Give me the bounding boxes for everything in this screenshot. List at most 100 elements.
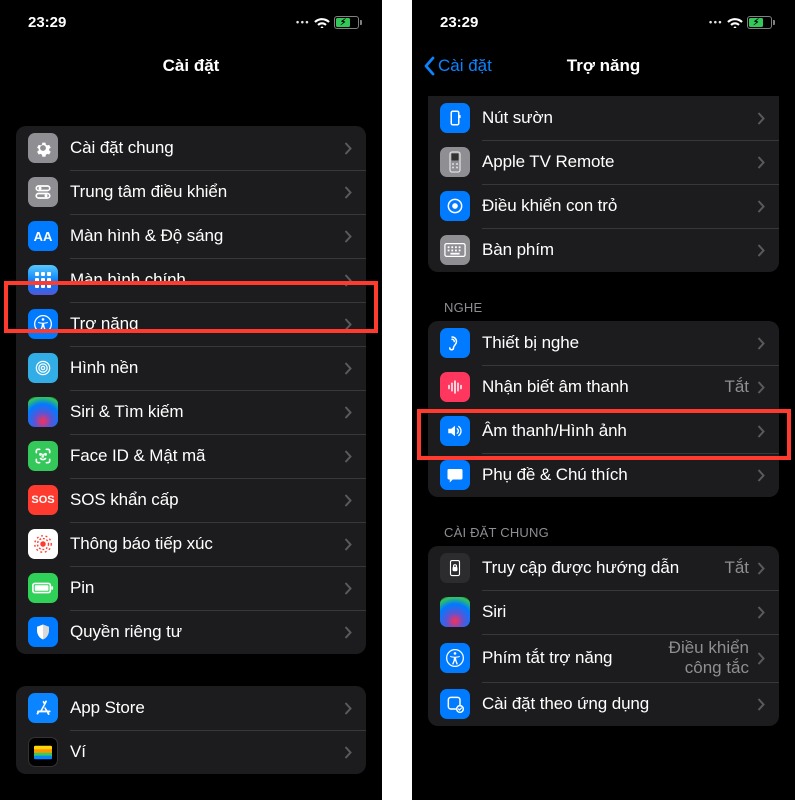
audio-visual-icon (440, 416, 470, 446)
row-hearing-devices[interactable]: Thiết bị nghe (428, 321, 779, 365)
appstore-icon (28, 693, 58, 723)
status-right: ••• ⚡︎ (709, 16, 775, 29)
group-header-general: Cài đặt chung (444, 525, 779, 540)
chevron-right-icon (344, 406, 352, 419)
row-value: Tắt (724, 377, 749, 397)
row-battery[interactable]: Pin (16, 566, 366, 610)
siri-icon (28, 397, 58, 427)
accessibility-icon (440, 643, 470, 673)
row-label: Nhận biết âm thanh (482, 377, 724, 397)
phone-right: 23:29 ••• ⚡︎ Cài đặt Trợ năng Nút sườn (412, 0, 795, 800)
row-label: SOS khẩn cấp (70, 490, 344, 510)
sound-recognition-icon (440, 372, 470, 402)
ear-icon (440, 328, 470, 358)
row-label: Phụ đề & Chú thích (482, 465, 757, 485)
battery-icon: ⚡︎ (334, 16, 362, 29)
row-label: Thông báo tiếp xúc (70, 534, 344, 554)
row-label: Cài đặt theo ứng dụng (482, 694, 757, 714)
per-app-icon (440, 689, 470, 719)
chevron-right-icon (757, 606, 765, 619)
row-wallet[interactable]: Ví (16, 730, 366, 774)
chevron-right-icon (344, 582, 352, 595)
row-per-app[interactable]: Cài đặt theo ứng dụng (428, 682, 779, 726)
cellular-icon: ••• (709, 17, 723, 27)
row-label: Màn hình & Độ sáng (70, 226, 344, 246)
privacy-icon (28, 617, 58, 647)
row-label: Quyền riêng tư (70, 622, 344, 642)
row-label: Apple TV Remote (482, 152, 757, 172)
row-label: Điều khiển con trỏ (482, 196, 757, 216)
row-display[interactable]: AA Màn hình & Độ sáng (16, 214, 366, 258)
row-siri[interactable]: Siri (428, 590, 779, 634)
row-label: Pin (70, 578, 344, 598)
row-label: Hình nền (70, 358, 344, 378)
wifi-icon (727, 16, 743, 28)
row-general[interactable]: Cài đặt chung (16, 126, 366, 170)
row-privacy[interactable]: Quyền riêng tư (16, 610, 366, 654)
nav-header: Cài đặt (0, 44, 382, 88)
nav-header: Cài đặt Trợ năng (412, 44, 795, 88)
chevron-right-icon (344, 142, 352, 155)
row-label: Trợ năng (70, 314, 344, 334)
group-physical: Nút sườn Apple TV Remote Điều khiển con … (428, 96, 779, 272)
chevron-right-icon (344, 230, 352, 243)
chevron-right-icon (757, 337, 765, 350)
row-label: Siri (482, 602, 757, 622)
row-faceid[interactable]: Face ID & Mật mã (16, 434, 366, 478)
status-right: ••• ⚡︎ (296, 16, 362, 29)
chevron-right-icon (344, 626, 352, 639)
row-label: Trung tâm điều khiển (70, 182, 344, 202)
back-button[interactable]: Cài đặt (424, 56, 492, 76)
page-title: Trợ năng (567, 56, 640, 76)
row-accessibility-shortcut[interactable]: Phím tắt trợ năng Điều khiển công tắc (428, 634, 779, 682)
row-sound-recognition[interactable]: Nhận biết âm thanh Tắt (428, 365, 779, 409)
row-label: Phím tắt trợ năng (482, 648, 629, 668)
status-bar: 23:29 ••• ⚡︎ (412, 0, 795, 44)
row-home-screen[interactable]: Màn hình chính (16, 258, 366, 302)
status-time: 23:29 (28, 14, 66, 31)
row-label: Bàn phím (482, 240, 757, 260)
row-label: Truy cập được hướng dẫn (482, 558, 724, 578)
row-guided-access[interactable]: Truy cập được hướng dẫn Tắt (428, 546, 779, 590)
row-label: Thiết bị nghe (482, 333, 757, 353)
chevron-right-icon (757, 381, 765, 394)
keyboard-icon (440, 235, 470, 265)
row-audio-visual[interactable]: Âm thanh/Hình ảnh (428, 409, 779, 453)
row-tv-remote[interactable]: Apple TV Remote (428, 140, 779, 184)
wallpaper-icon (28, 353, 58, 383)
chevron-right-icon (757, 156, 765, 169)
chevron-right-icon (757, 698, 765, 711)
row-label: Màn hình chính (70, 270, 344, 290)
row-side-button[interactable]: Nút sườn (428, 96, 779, 140)
row-label: Nút sườn (482, 108, 757, 128)
row-sos[interactable]: SOS SOS khẩn cấp (16, 478, 366, 522)
chevron-right-icon (344, 538, 352, 551)
page-title: Cài đặt (163, 56, 220, 76)
row-pointer-control[interactable]: Điều khiển con trỏ (428, 184, 779, 228)
row-exposure[interactable]: Thông báo tiếp xúc (16, 522, 366, 566)
chevron-right-icon (344, 494, 352, 507)
settings-group-main: Cài đặt chung Trung tâm điều khiển AA Mà… (16, 126, 366, 654)
row-label: Siri & Tìm kiếm (70, 402, 344, 422)
pointer-icon (440, 191, 470, 221)
sos-icon: SOS (28, 485, 58, 515)
row-appstore[interactable]: App Store (16, 686, 366, 730)
chevron-right-icon (344, 274, 352, 287)
row-label: Cài đặt chung (70, 138, 344, 158)
subtitles-icon (440, 460, 470, 490)
row-value: Tắt (724, 558, 749, 578)
row-accessibility[interactable]: Trợ năng (16, 302, 366, 346)
row-control-center[interactable]: Trung tâm điều khiển (16, 170, 366, 214)
guided-access-icon (440, 553, 470, 583)
chevron-right-icon (344, 450, 352, 463)
row-subtitles[interactable]: Phụ đề & Chú thích (428, 453, 779, 497)
chevron-right-icon (344, 318, 352, 331)
back-label: Cài đặt (438, 56, 492, 76)
chevron-right-icon (757, 469, 765, 482)
cellular-icon: ••• (296, 17, 310, 27)
row-wallpaper[interactable]: Hình nền (16, 346, 366, 390)
faceid-icon (28, 441, 58, 471)
row-siri[interactable]: Siri & Tìm kiếm (16, 390, 366, 434)
row-keyboards[interactable]: Bàn phím (428, 228, 779, 272)
chevron-right-icon (757, 425, 765, 438)
